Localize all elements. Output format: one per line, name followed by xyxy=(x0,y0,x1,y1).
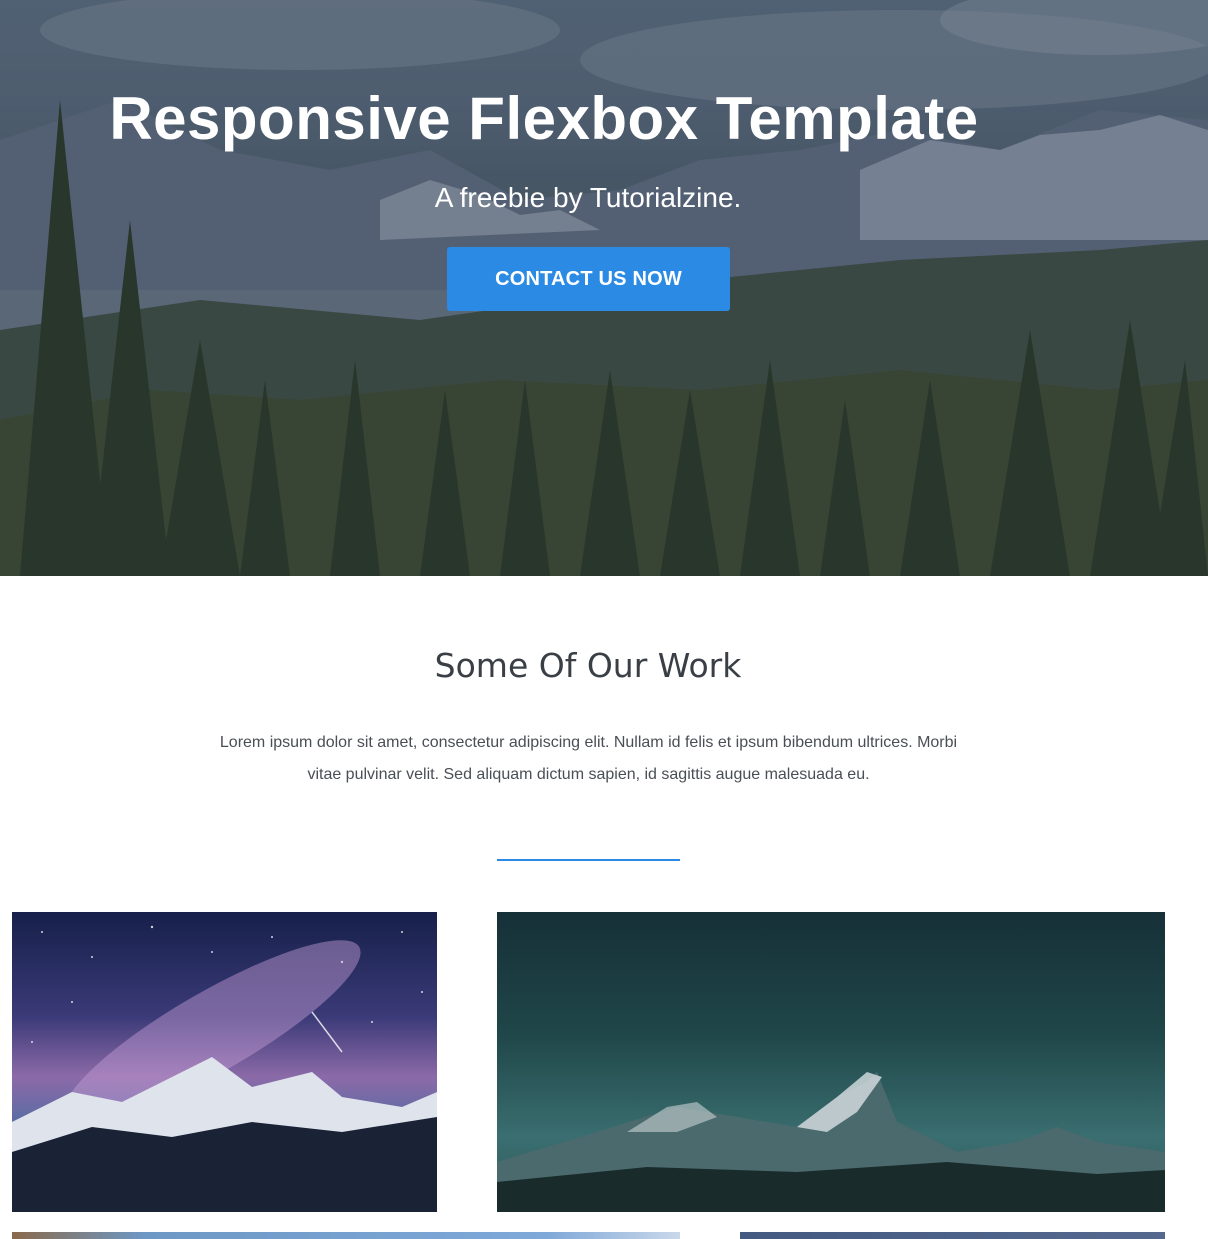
hero-title: Responsive Flexbox Template xyxy=(109,85,979,152)
hero-subtitle: A freebie by Tutorialzine. xyxy=(434,182,742,213)
work-image-3[interactable] xyxy=(12,1232,680,1239)
work-image-4[interactable] xyxy=(740,1232,1165,1239)
section-title: Some Of Our Work xyxy=(434,646,742,685)
work-image-2-graphic xyxy=(497,1072,1165,1212)
contact-us-button[interactable]: CONTACT US NOW xyxy=(447,247,730,311)
work-image-1-graphic xyxy=(12,925,437,1212)
work-image-mountain-night[interactable] xyxy=(497,912,1165,1212)
hero-section: Responsive Flexbox Template A freebie by… xyxy=(0,0,1208,576)
section-description: Lorem ipsum dolor sit amet, consectetur … xyxy=(219,734,958,783)
work-image-milky-way-mountains[interactable] xyxy=(12,912,437,1212)
section-divider xyxy=(497,859,680,861)
